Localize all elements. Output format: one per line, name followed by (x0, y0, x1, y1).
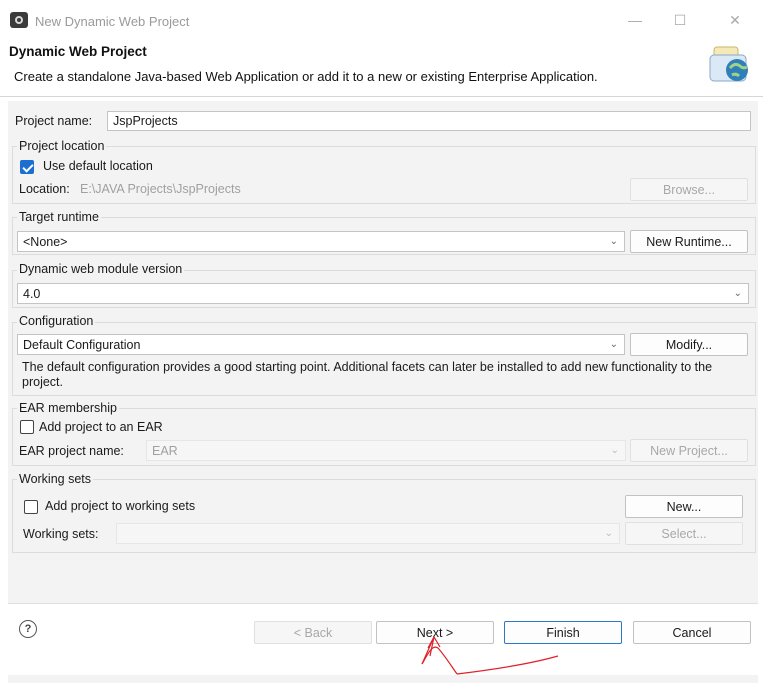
module-version-value: 4.0 (23, 287, 41, 301)
target-runtime-value: <None> (23, 235, 68, 249)
page-description: Create a standalone Java-based Web Appli… (14, 69, 598, 84)
configuration-description: The default configuration provides a goo… (22, 360, 713, 389)
target-runtime-select[interactable]: <None> ⌄ (17, 231, 625, 252)
add-to-ear-checkbox[interactable] (20, 420, 34, 434)
modify-button[interactable]: Modify... (630, 333, 748, 356)
browse-button[interactable]: Browse... (630, 178, 748, 201)
use-default-location-label: Use default location (43, 159, 153, 173)
chevron-down-icon: ⌄ (609, 236, 618, 247)
cancel-button[interactable]: Cancel (633, 621, 751, 644)
project-location-title: Project location (17, 139, 107, 153)
location-input[interactable]: E:\JAVA Projects\JspProjects (74, 179, 626, 199)
configuration-value: Default Configuration (23, 338, 141, 352)
ear-membership-title: EAR membership (17, 401, 119, 415)
chevron-down-icon: ⌄ (733, 288, 742, 299)
footer-divider (8, 603, 758, 604)
ear-project-value: EAR (152, 444, 178, 458)
minimize-button[interactable]: — (615, 6, 655, 34)
working-sets-select[interactable]: ⌄ (116, 523, 620, 544)
use-default-location-checkbox[interactable] (20, 160, 34, 174)
page-title: Dynamic Web Project (9, 44, 147, 59)
help-icon[interactable]: ? (19, 620, 37, 638)
back-button[interactable]: < Back (254, 621, 372, 644)
select-working-sets-button[interactable]: Select... (625, 522, 743, 545)
new-runtime-button[interactable]: New Runtime... (630, 230, 748, 253)
maximize-button[interactable]: ☐ (660, 6, 700, 34)
header-divider (0, 96, 763, 97)
chevron-down-icon: ⌄ (610, 445, 619, 456)
working-sets-label: Working sets: (23, 527, 99, 541)
add-to-working-sets-checkbox[interactable] (24, 500, 38, 514)
close-button[interactable]: ✕ (715, 6, 755, 34)
web-project-wizard-icon (709, 46, 748, 82)
new-ear-project-button[interactable]: New Project... (630, 439, 748, 462)
project-name-input[interactable]: JspProjects (107, 111, 751, 131)
ear-project-name-label: EAR project name: (19, 444, 124, 458)
configuration-select[interactable]: Default Configuration ⌄ (17, 334, 625, 355)
annotation-arrow-icon (421, 636, 559, 675)
add-to-working-sets-label: Add project to working sets (45, 499, 196, 513)
location-label: Location: (19, 182, 70, 196)
ear-project-select[interactable]: EAR ⌄ (146, 440, 626, 461)
target-runtime-title: Target runtime (17, 210, 101, 224)
eclipse-icon (10, 12, 28, 28)
new-working-set-button[interactable]: New... (625, 495, 743, 518)
configuration-title: Configuration (17, 314, 96, 328)
module-version-select[interactable]: 4.0 ⌄ (17, 283, 749, 304)
working-sets-title: Working sets (17, 472, 94, 486)
project-name-label: Project name: (15, 114, 93, 128)
bottom-strip (8, 675, 758, 683)
window-title: New Dynamic Web Project (35, 14, 190, 29)
module-version-title: Dynamic web module version (17, 262, 185, 276)
chevron-down-icon: ⌄ (609, 339, 618, 350)
add-to-ear-label: Add project to an EAR (39, 420, 163, 434)
chevron-down-icon: ⌄ (604, 528, 613, 539)
